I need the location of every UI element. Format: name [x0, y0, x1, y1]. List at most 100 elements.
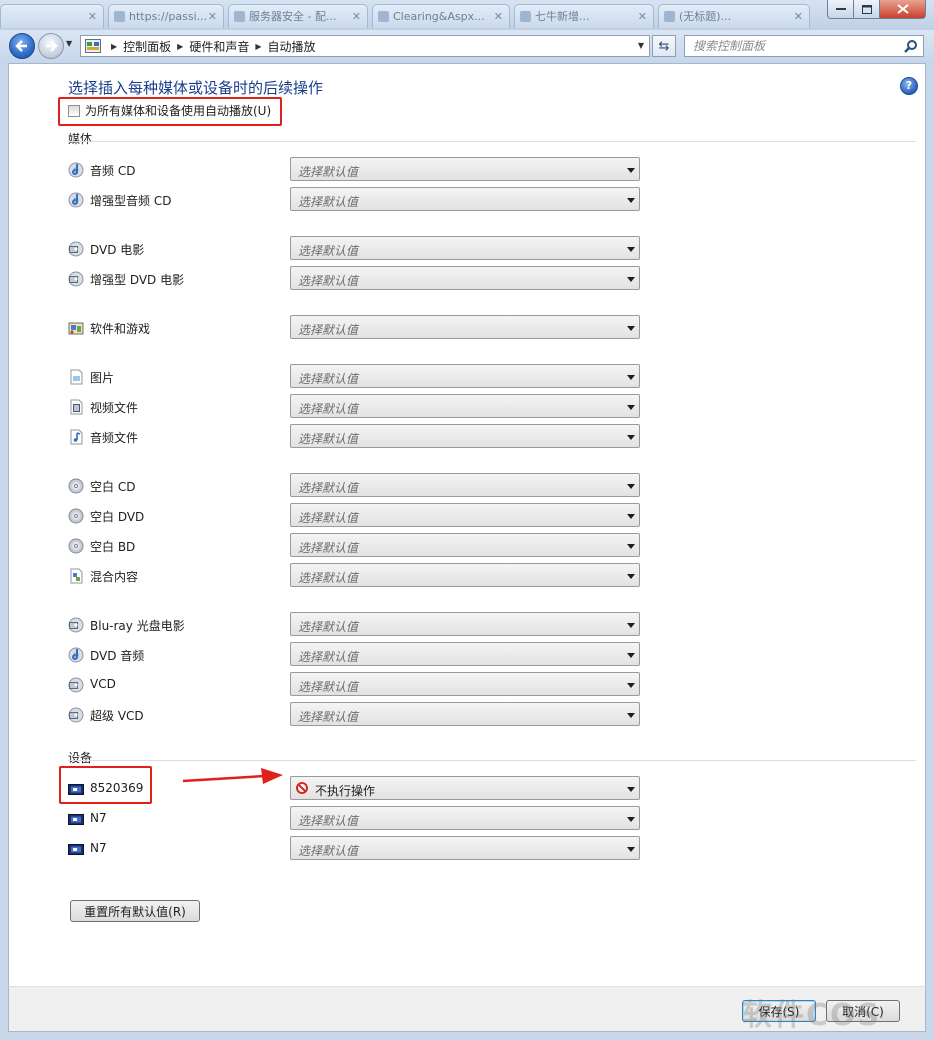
software-icon	[68, 320, 84, 336]
device-row: N7 选择默认值	[68, 806, 648, 830]
breadcrumb-separator-icon: ▶	[255, 41, 262, 51]
search-icon[interactable]	[904, 39, 918, 53]
chevron-down-icon	[627, 623, 635, 628]
highlight-box-device	[59, 766, 152, 804]
address-dropdown-icon[interactable]: ▼	[638, 41, 644, 50]
dropdown-value: 选择默认值	[298, 195, 359, 209]
action-dropdown[interactable]: 选择默认值	[290, 836, 640, 860]
item-label: 超级 VCD	[90, 709, 144, 723]
tab-4[interactable]: 七牛新增... ✕	[514, 4, 654, 28]
dropdown-value: 不执行操作	[315, 784, 376, 798]
address-bar[interactable]: ▶ 控制面板 ▶ 硬件和声音 ▶ 自动播放 ▼	[80, 35, 650, 57]
close-tab-icon[interactable]: ✕	[208, 5, 217, 28]
action-dropdown[interactable]: 选择默认值	[290, 563, 640, 587]
dropdown-value: 选择默认值	[298, 844, 359, 858]
dvd-movie-icon	[68, 707, 84, 723]
action-dropdown[interactable]: 选择默认值	[290, 236, 640, 260]
action-dropdown[interactable]: 选择默认值	[290, 612, 640, 636]
favicon-icon	[378, 11, 389, 22]
close-tab-icon[interactable]: ✕	[638, 5, 647, 28]
back-button[interactable]	[9, 33, 35, 59]
action-dropdown[interactable]: 选择默认值	[290, 364, 640, 388]
audio-cd-icon	[68, 162, 84, 178]
action-dropdown[interactable]: 选择默认值	[290, 473, 640, 497]
dropdown-value: 选择默认值	[298, 511, 359, 525]
action-dropdown[interactable]: 选择默认值	[290, 642, 640, 666]
favicon-icon	[520, 11, 531, 22]
dvd-movie-icon	[68, 241, 84, 257]
search-input[interactable]	[685, 38, 900, 54]
blank-disc-icon	[68, 538, 84, 554]
history-dropdown-icon[interactable]: ▼	[66, 39, 76, 51]
audio-cd-icon	[68, 192, 84, 208]
action-dropdown[interactable]: 选择默认值	[290, 503, 640, 527]
favicon-icon	[234, 11, 245, 22]
blank-disc-icon	[68, 508, 84, 524]
close-icon	[896, 4, 909, 14]
chevron-down-icon	[627, 435, 635, 440]
media-row: Blu-ray 光盘电影 选择默认值	[68, 612, 648, 636]
action-dropdown[interactable]: 选择默认值	[290, 806, 640, 830]
device-row: 8520369 不执行操作	[68, 776, 648, 800]
dropdown-value: 选择默认值	[298, 814, 359, 828]
breadcrumb-control-panel[interactable]: 控制面板	[123, 38, 171, 55]
tab-1[interactable]: https://passi... ✕	[108, 4, 224, 28]
close-window-button[interactable]	[880, 0, 926, 19]
action-dropdown[interactable]: 不执行操作	[290, 776, 640, 800]
action-dropdown[interactable]: 选择默认值	[290, 157, 640, 181]
breadcrumb-autoplay[interactable]: 自动播放	[268, 38, 316, 55]
dropdown-value: 选择默认值	[298, 432, 359, 446]
chevron-down-icon	[627, 683, 635, 688]
media-row: DVD 电影 选择默认值	[68, 236, 648, 260]
dropdown-value: 选择默认值	[298, 244, 359, 258]
favicon-icon	[114, 11, 125, 22]
dropdown-value: 选择默认值	[298, 710, 359, 724]
tab-3[interactable]: Clearing&Aspx... ✕	[372, 4, 510, 28]
forward-button[interactable]	[38, 33, 64, 59]
item-label: 混合内容	[90, 570, 139, 584]
navigation-bar: ▼ ▶ 控制面板 ▶ 硬件和声音 ▶ 自动播放 ▼ ⇆	[0, 30, 934, 63]
close-tab-icon[interactable]: ✕	[494, 5, 503, 28]
item-label: 视频文件	[90, 401, 139, 415]
reset-defaults-button[interactable]: 重置所有默认值(R)	[70, 900, 200, 922]
dvd-movie-icon	[68, 271, 84, 287]
action-dropdown[interactable]: 选择默认值	[290, 702, 640, 726]
section-divider	[68, 141, 916, 142]
device-icon	[68, 811, 84, 827]
back-arrow-icon	[15, 40, 27, 52]
action-dropdown[interactable]: 选择默认值	[290, 394, 640, 418]
device-icon	[68, 841, 84, 857]
page-title: 选择插入每种媒体或设备时的后续操作	[68, 79, 324, 97]
action-dropdown[interactable]: 选择默认值	[290, 533, 640, 557]
item-label: N7	[90, 811, 107, 825]
item-label: DVD 电影	[90, 243, 145, 257]
close-tab-icon[interactable]: ✕	[352, 5, 361, 28]
breadcrumb-hardware-sound[interactable]: 硬件和声音	[189, 38, 249, 55]
help-icon[interactable]: ?	[900, 77, 918, 95]
minimize-button[interactable]	[827, 0, 854, 19]
dvd-movie-icon	[68, 617, 84, 633]
tab-0[interactable]: ✕	[0, 4, 104, 28]
refresh-button[interactable]: ⇆	[652, 35, 676, 57]
close-tab-icon[interactable]: ✕	[794, 5, 803, 28]
action-dropdown[interactable]: 选择默认值	[290, 187, 640, 211]
close-tab-icon[interactable]: ✕	[88, 5, 97, 28]
tab-label: Clearing&Aspx...	[393, 10, 485, 23]
media-row: 超级 VCD 选择默认值	[68, 702, 648, 726]
maximize-button[interactable]	[854, 0, 880, 19]
action-dropdown[interactable]: 选择默认值	[290, 672, 640, 696]
media-row: 混合内容 选择默认值	[68, 563, 648, 587]
tab-5[interactable]: (无标题)... ✕	[658, 4, 810, 28]
action-dropdown[interactable]: 选择默认值	[290, 424, 640, 448]
action-dropdown[interactable]: 选择默认值	[290, 315, 640, 339]
chevron-down-icon	[627, 574, 635, 579]
tab-2[interactable]: 服务器安全 - 配... ✕	[228, 4, 368, 28]
section-devices-heading: 设备	[68, 751, 93, 765]
chevron-down-icon	[627, 544, 635, 549]
section-media-heading: 媒体	[68, 132, 93, 146]
media-row: 软件和游戏 选择默认值	[68, 315, 648, 339]
action-dropdown[interactable]: 选择默认值	[290, 266, 640, 290]
dropdown-value: 选择默认值	[298, 680, 359, 694]
media-row: 图片 选择默认值	[68, 364, 648, 388]
media-row: VCD 选择默认值	[68, 672, 648, 696]
